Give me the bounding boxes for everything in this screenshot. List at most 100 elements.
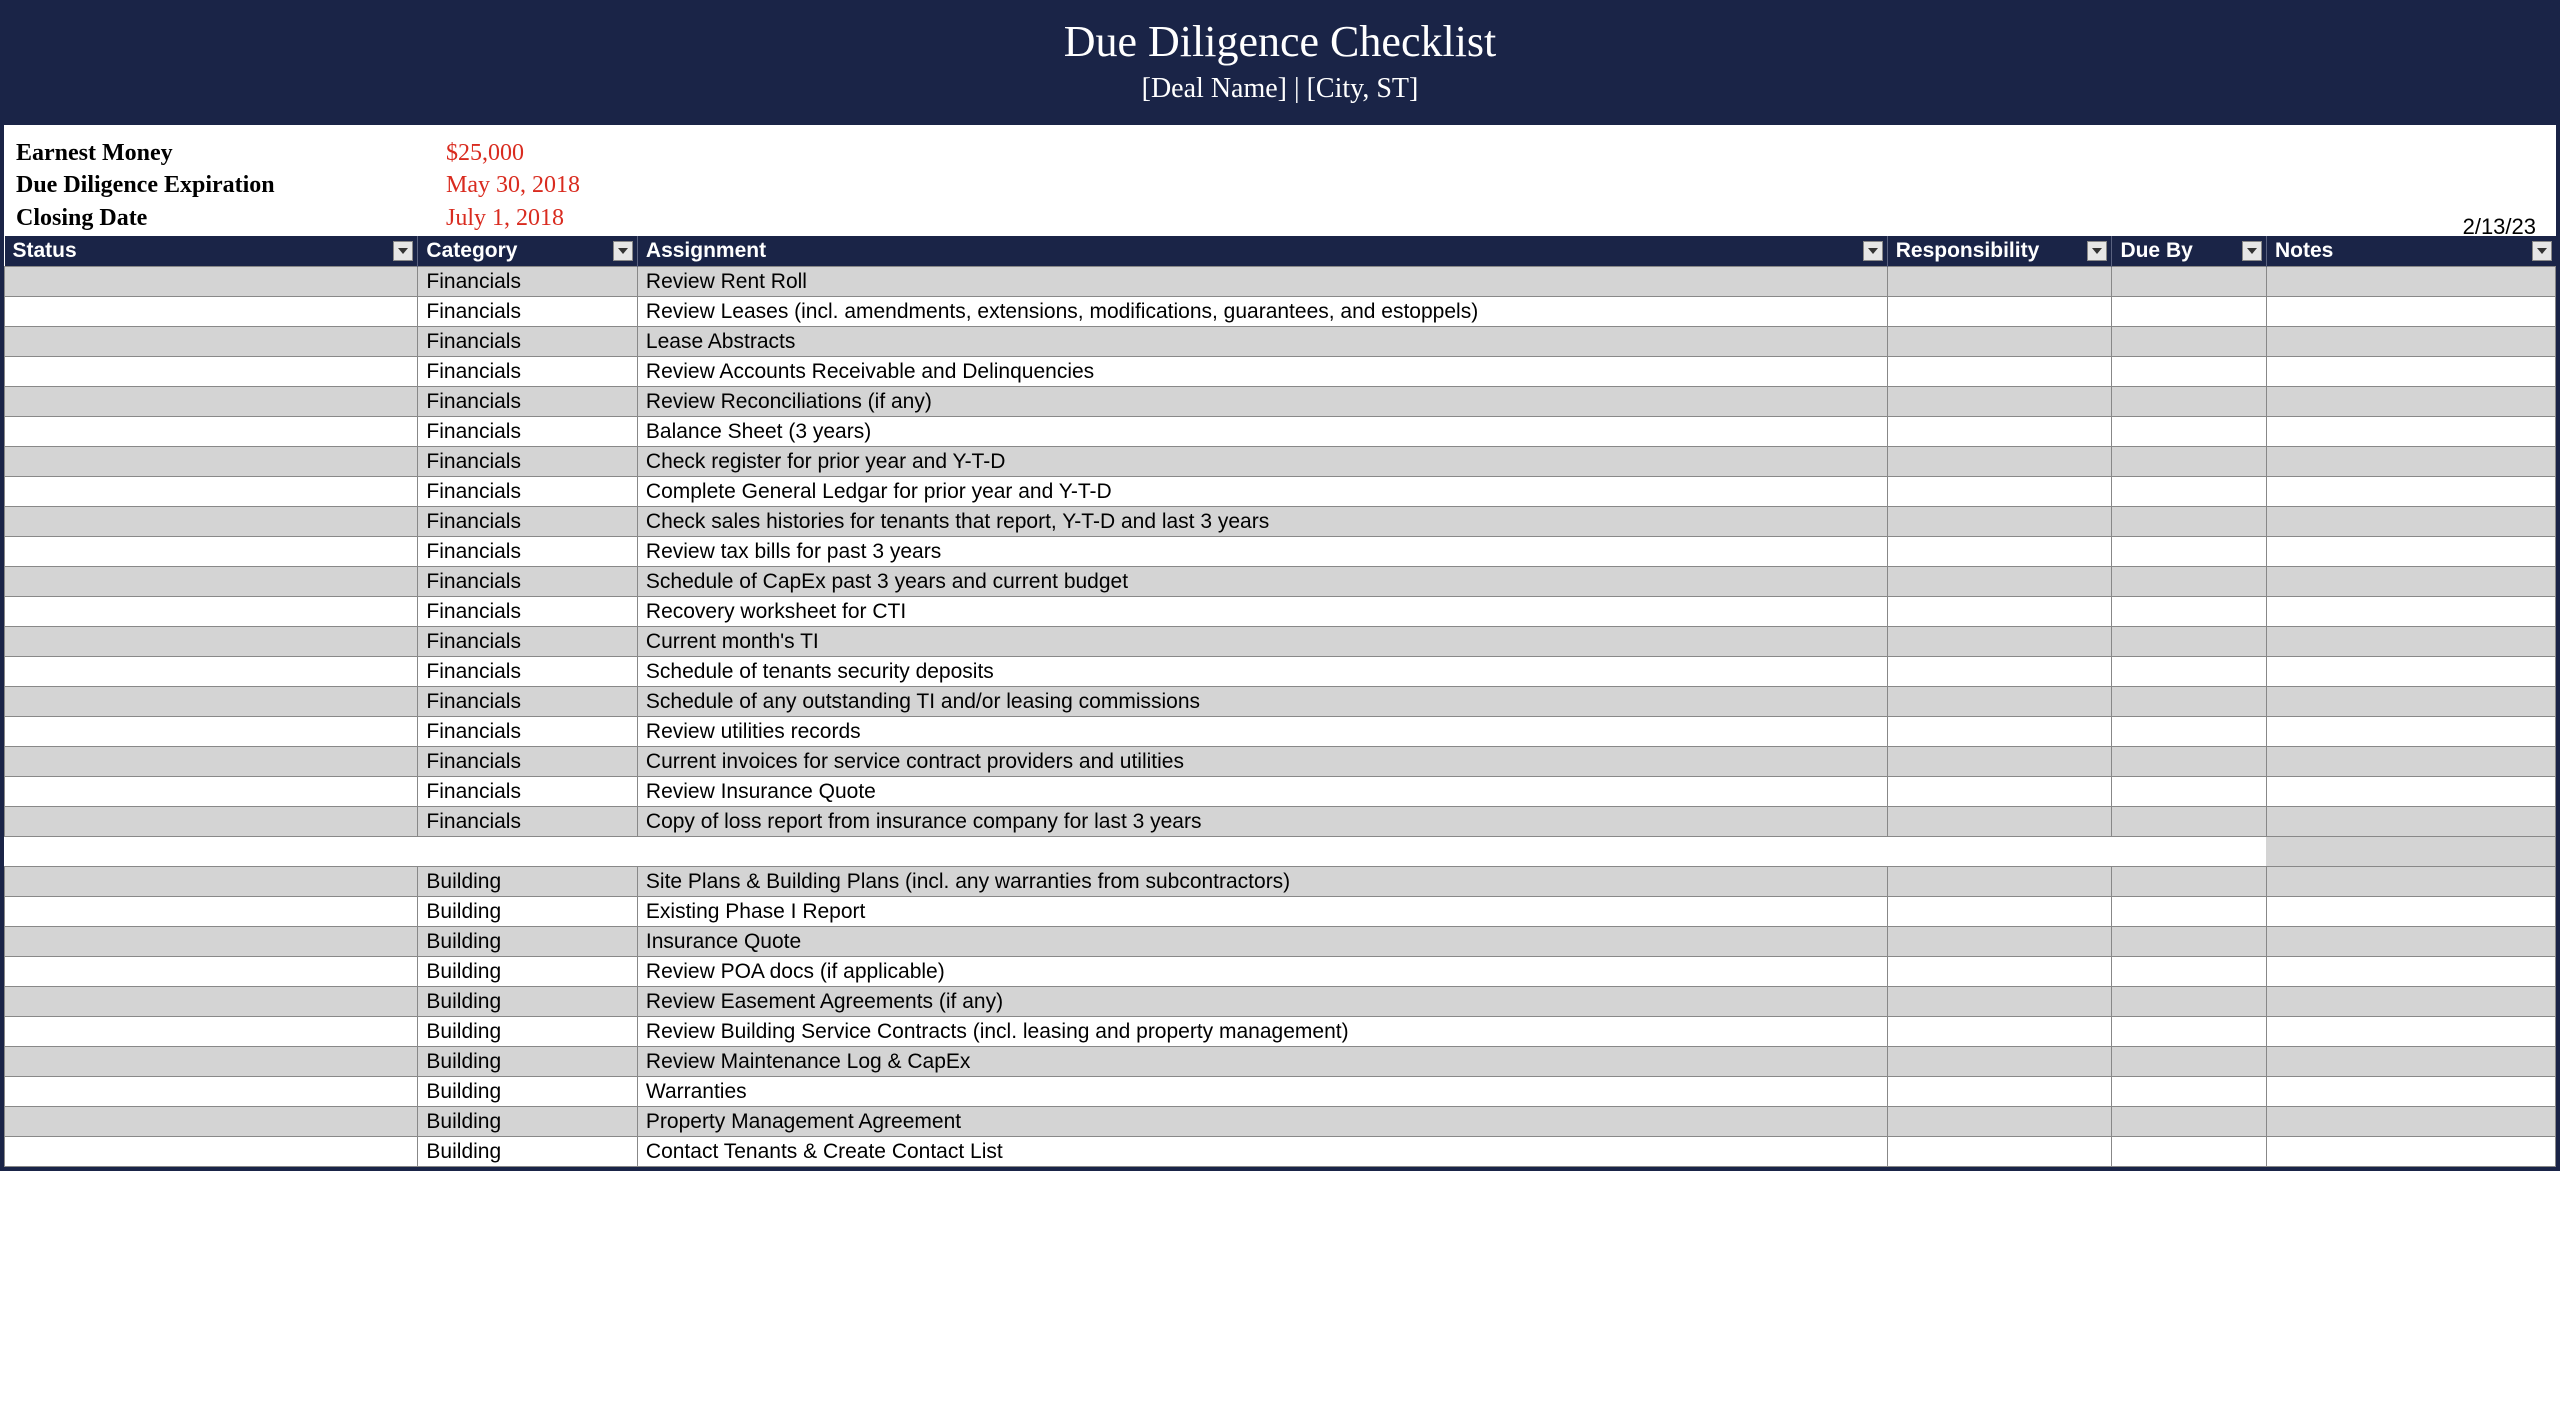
cell-category[interactable]: Building [418,1137,637,1167]
filter-dropdown-icon[interactable] [2532,241,2552,261]
cell-dueby[interactable] [2112,807,2267,837]
cell-category[interactable]: Financials [418,447,637,477]
cell-status[interactable] [5,1077,418,1107]
cell-category[interactable]: Financials [418,627,637,657]
cell-dueby[interactable] [2112,687,2267,717]
cell-notes[interactable] [2266,1017,2555,1047]
cell-category[interactable]: Financials [418,717,637,747]
cell-assignment[interactable]: Balance Sheet (3 years) [637,417,1887,447]
cell-notes[interactable] [2266,357,2555,387]
cell-assignment[interactable]: Review POA docs (if applicable) [637,957,1887,987]
cell-dueby[interactable] [2112,867,2267,897]
cell-category[interactable]: Financials [418,387,637,417]
table-row[interactable]: FinancialsReview utilities records [5,717,2556,747]
cell-dueby[interactable] [2112,597,2267,627]
cell-assignment[interactable]: Review Easement Agreements (if any) [637,987,1887,1017]
cell-notes[interactable] [2266,867,2555,897]
cell-dueby[interactable] [2112,1107,2267,1137]
table-row[interactable]: FinancialsReview Leases (incl. amendment… [5,297,2556,327]
cell-assignment[interactable]: Review Maintenance Log & CapEx [637,1047,1887,1077]
cell-status[interactable] [5,567,418,597]
cell-notes[interactable] [2266,987,2555,1017]
cell-notes[interactable] [2266,687,2555,717]
cell-assignment[interactable]: Review Reconciliations (if any) [637,387,1887,417]
cell-responsibility[interactable] [1887,597,2112,627]
cell-category[interactable]: Financials [418,297,637,327]
cell-notes[interactable] [2266,297,2555,327]
col-header-notes[interactable]: Notes [2266,236,2555,267]
cell-dueby[interactable] [2112,717,2267,747]
cell-notes[interactable] [2266,927,2555,957]
table-row[interactable]: FinancialsBalance Sheet (3 years) [5,417,2556,447]
cell-category[interactable]: Building [418,987,637,1017]
cell-category[interactable]: Financials [418,417,637,447]
cell-notes[interactable] [2266,417,2555,447]
cell-responsibility[interactable] [1887,1077,2112,1107]
table-row[interactable]: FinancialsReview Rent Roll [5,267,2556,297]
cell-responsibility[interactable] [1887,867,2112,897]
table-row[interactable]: FinancialsComplete General Ledgar for pr… [5,477,2556,507]
cell-responsibility[interactable] [1887,957,2112,987]
cell-responsibility[interactable] [1887,627,2112,657]
cell-notes[interactable] [2266,1077,2555,1107]
table-row[interactable]: FinancialsLease Abstracts [5,327,2556,357]
cell-dueby[interactable] [2112,1017,2267,1047]
cell-category[interactable]: Building [418,1107,637,1137]
cell-notes[interactable] [2266,1047,2555,1077]
cell-dueby[interactable] [2112,417,2267,447]
cell-assignment[interactable]: Review tax bills for past 3 years [637,537,1887,567]
cell-responsibility[interactable] [1887,357,2112,387]
cell-status[interactable] [5,957,418,987]
cell-category[interactable]: Financials [418,687,637,717]
cell-responsibility[interactable] [1887,477,2112,507]
cell-category[interactable]: Financials [418,747,637,777]
cell-dueby[interactable] [2112,747,2267,777]
cell-dueby[interactable] [2112,477,2267,507]
cell-dueby[interactable] [2112,387,2267,417]
cell-assignment[interactable]: Contact Tenants & Create Contact List [637,1137,1887,1167]
cell-dueby[interactable] [2112,927,2267,957]
cell-responsibility[interactable] [1887,657,2112,687]
table-row[interactable]: FinancialsReview Reconciliations (if any… [5,387,2556,417]
cell-assignment[interactable]: Review Rent Roll [637,267,1887,297]
cell-status[interactable] [5,657,418,687]
table-row[interactable]: FinancialsReview Insurance Quote [5,777,2556,807]
cell-status[interactable] [5,477,418,507]
cell-notes[interactable] [2266,1107,2555,1137]
filter-dropdown-icon[interactable] [2087,241,2107,261]
cell-assignment[interactable]: Review utilities records [637,717,1887,747]
col-header-status[interactable]: Status [5,236,418,267]
cell-dueby[interactable] [2112,657,2267,687]
table-row[interactable]: FinancialsSchedule of tenants security d… [5,657,2556,687]
col-header-category[interactable]: Category [418,236,637,267]
cell-notes[interactable] [2266,957,2555,987]
cell-dueby[interactable] [2112,357,2267,387]
table-row[interactable]: FinancialsCurrent invoices for service c… [5,747,2556,777]
cell-category[interactable]: Building [418,1077,637,1107]
table-row[interactable]: FinancialsCheck sales histories for tena… [5,507,2556,537]
cell-category[interactable]: Financials [418,777,637,807]
cell-status[interactable] [5,597,418,627]
cell-category[interactable]: Financials [418,327,637,357]
cell-responsibility[interactable] [1887,897,2112,927]
cell-category[interactable]: Financials [418,357,637,387]
cell-responsibility[interactable] [1887,807,2112,837]
cell-assignment[interactable]: Existing Phase I Report [637,897,1887,927]
cell-dueby[interactable] [2112,537,2267,567]
cell-status[interactable] [5,807,418,837]
cell-dueby[interactable] [2112,627,2267,657]
cell-dueby[interactable] [2112,327,2267,357]
cell-assignment[interactable]: Site Plans & Building Plans (incl. any w… [637,867,1887,897]
table-row[interactable]: BuildingSite Plans & Building Plans (inc… [5,867,2556,897]
cell-responsibility[interactable] [1887,687,2112,717]
cell-notes[interactable] [2266,327,2555,357]
cell-category[interactable]: Financials [418,507,637,537]
cell-status[interactable] [5,777,418,807]
cell-responsibility[interactable] [1887,927,2112,957]
cell-status[interactable] [5,507,418,537]
cell-responsibility[interactable] [1887,297,2112,327]
cell-notes[interactable] [2266,507,2555,537]
cell-dueby[interactable] [2112,447,2267,477]
cell-notes[interactable] [2266,717,2555,747]
cell-category[interactable]: Financials [418,567,637,597]
